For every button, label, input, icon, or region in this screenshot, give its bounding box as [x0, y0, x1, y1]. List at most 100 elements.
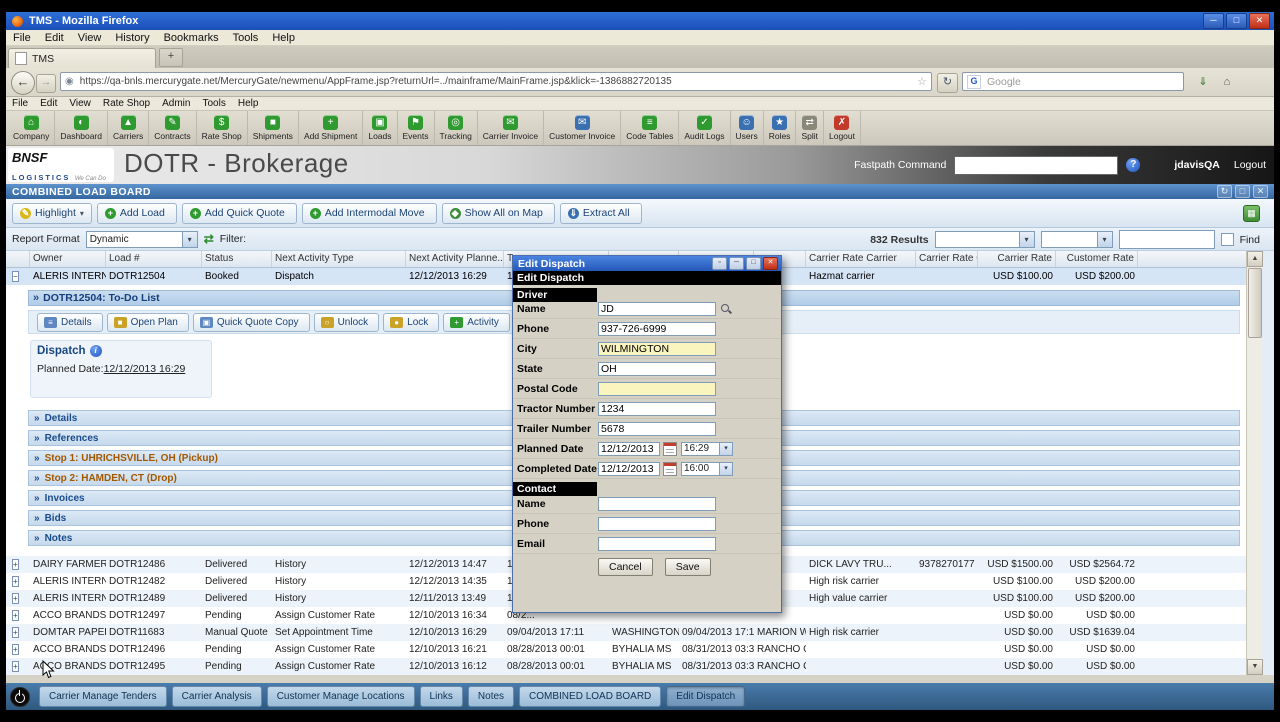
- todo-action-button[interactable]: ● Lock: [383, 312, 440, 332]
- tractor-number-input[interactable]: [598, 401, 716, 416]
- board-action-button[interactable]: + Add Load: [96, 202, 177, 224]
- help-icon[interactable]: ?: [1126, 158, 1141, 172]
- search-bar[interactable]: G: [962, 72, 1184, 91]
- find-input[interactable]: [1118, 230, 1215, 249]
- browser-menu-item[interactable]: View: [71, 32, 109, 44]
- app-toolbar-button[interactable]: ✎ Contracts: [149, 111, 197, 145]
- app-toolbar-button[interactable]: ⇄ Split: [796, 111, 824, 145]
- bookmark-star-icon[interactable]: ☆: [917, 75, 927, 88]
- app-toolbar-button[interactable]: ▣ Loads: [363, 111, 398, 145]
- scrollbar-thumb[interactable]: [1248, 268, 1262, 338]
- dialog-maximize-icon[interactable]: □: [746, 257, 761, 270]
- close-icon[interactable]: ✕: [1249, 13, 1270, 29]
- expand-row-button[interactable]: +: [12, 627, 19, 638]
- app-toolbar-button[interactable]: ■ Shipments: [248, 111, 299, 145]
- app-menu-item[interactable]: Tools: [196, 98, 231, 109]
- app-toolbar-button[interactable]: ☺ Users: [731, 111, 764, 145]
- expand-row-button[interactable]: +: [12, 593, 19, 604]
- new-tab-button[interactable]: +: [159, 48, 183, 67]
- contact-phone-input[interactable]: [598, 516, 716, 531]
- browser-menu-item[interactable]: Tools: [226, 32, 266, 44]
- report-format-select[interactable]: Dynamic ▾: [85, 230, 198, 248]
- browser-menu-item[interactable]: History: [108, 32, 156, 44]
- app-menu-item[interactable]: View: [63, 98, 97, 109]
- info-icon[interactable]: i: [89, 345, 102, 357]
- col-owner[interactable]: Owner: [30, 251, 106, 267]
- minimize-icon[interactable]: ─: [1203, 13, 1224, 29]
- taskbar-button[interactable]: Carrier Manage Tenders: [39, 686, 167, 707]
- todo-action-button[interactable]: ≡ Details: [37, 312, 103, 332]
- app-toolbar-button[interactable]: ✓ Audit Logs: [679, 111, 731, 145]
- planned-time-select[interactable]: 16:29 ▾: [681, 441, 733, 456]
- app-toolbar-button[interactable]: ◐ Dashboard: [55, 111, 108, 145]
- scroll-up-icon[interactable]: ▲: [1247, 251, 1263, 267]
- taskbar-button[interactable]: Edit Dispatch: [666, 686, 746, 707]
- driver-phone-input[interactable]: [598, 321, 716, 336]
- browser-menu-item[interactable]: Help: [265, 32, 302, 44]
- driver-name-input[interactable]: [598, 301, 716, 316]
- todo-action-button[interactable]: ▣ Quick Quote Copy: [192, 312, 310, 332]
- dialog-pin-icon[interactable]: ▫: [712, 257, 727, 270]
- vertical-scrollbar[interactable]: ▲ ▼: [1246, 251, 1263, 675]
- col-carrier-rate-carrier[interactable]: Carrier Rate Carrier: [806, 251, 916, 267]
- expand-row-button[interactable]: +: [12, 576, 19, 587]
- todo-action-button[interactable]: + Activity: [443, 312, 510, 332]
- forward-button[interactable]: →: [36, 74, 56, 93]
- portlet-close-icon[interactable]: ✕: [1253, 185, 1268, 198]
- taskbar-button[interactable]: Carrier Analysis: [171, 686, 262, 707]
- board-action-button[interactable]: + Add Intermodal Move: [301, 202, 437, 224]
- contact-name-input[interactable]: [598, 496, 716, 511]
- cancel-button[interactable]: Cancel: [598, 557, 653, 576]
- table-row[interactable]: + ACCO BRANDS (... DOTR12496 Pending Ass…: [6, 641, 1246, 658]
- app-toolbar-button[interactable]: ⌂ Company: [8, 111, 56, 145]
- portlet-refresh-icon[interactable]: ↻: [1217, 185, 1232, 198]
- expand-row-button[interactable]: +: [12, 644, 19, 655]
- col-carrier-rate[interactable]: Carrier Rate: [978, 251, 1056, 267]
- filter-select-1[interactable]: ▾: [934, 231, 1035, 248]
- planned-date-input[interactable]: [598, 441, 660, 456]
- power-icon[interactable]: [10, 686, 30, 707]
- col-status[interactable]: Status: [202, 251, 272, 267]
- taskbar-button[interactable]: Customer Manage Locations: [266, 686, 415, 707]
- app-toolbar-button[interactable]: ◎ Tracking: [435, 111, 478, 145]
- google-icon[interactable]: G: [967, 74, 981, 89]
- browser-menu-item[interactable]: Bookmarks: [157, 32, 226, 44]
- col-next-activity-type[interactable]: Next Activity Type: [272, 251, 406, 267]
- taskbar-button[interactable]: Notes: [467, 686, 515, 707]
- completed-time-select[interactable]: 16:00 ▾: [681, 461, 733, 476]
- col-next-activity-planned[interactable]: Next Activity Planne...: [406, 251, 504, 267]
- planned-date-link[interactable]: 12/12/2013 16:29: [104, 363, 186, 375]
- board-action-button[interactable]: + Add Quick Quote: [181, 202, 297, 224]
- search-input[interactable]: [985, 74, 1179, 89]
- home-icon[interactable]: ⌂: [1218, 74, 1236, 91]
- app-toolbar-button[interactable]: ★ Roles: [764, 111, 797, 145]
- dialog-minimize-icon[interactable]: ─: [729, 257, 744, 270]
- todo-action-button[interactable]: ○ Unlock: [313, 312, 380, 332]
- trailer-number-input[interactable]: [598, 421, 716, 436]
- site-identity-icon[interactable]: ◉: [65, 76, 74, 87]
- contact-email-input[interactable]: [598, 536, 716, 551]
- todo-action-button[interactable]: ■ Open Plan: [106, 312, 189, 332]
- collapse-row-button[interactable]: −: [12, 271, 19, 282]
- app-toolbar-button[interactable]: ≡ Code Tables: [621, 111, 680, 145]
- maximize-icon[interactable]: □: [1226, 13, 1247, 29]
- dialog-close-icon[interactable]: ✕: [763, 257, 778, 270]
- app-toolbar-button[interactable]: ⚑ Events: [398, 111, 435, 145]
- find-checkbox[interactable]: [1220, 233, 1234, 246]
- app-toolbar-button[interactable]: ✗ Logout: [824, 111, 861, 145]
- board-action-button[interactable]: ✎ Highlight ▾: [12, 202, 92, 224]
- downloads-icon[interactable]: ⇓: [1194, 74, 1212, 91]
- refresh-report-icon[interactable]: ⇄: [204, 232, 214, 246]
- app-menu-item[interactable]: Help: [232, 98, 265, 109]
- filter-select-2[interactable]: ▾: [1040, 231, 1113, 248]
- logout-link[interactable]: Logout: [1234, 159, 1266, 171]
- titlebar[interactable]: TMS - Mozilla Firefox ─ □ ✕: [6, 12, 1274, 30]
- search-icon[interactable]: [720, 303, 732, 315]
- app-toolbar-button[interactable]: $ Rate Shop: [197, 111, 248, 145]
- portlet-restore-icon[interactable]: □: [1235, 185, 1250, 198]
- app-menu-item[interactable]: Edit: [34, 98, 63, 109]
- fastpath-input[interactable]: [954, 155, 1119, 175]
- table-row[interactable]: + ACCO BRANDS (... DOTR12495 Pending Ass…: [6, 658, 1246, 675]
- table-row[interactable]: + DOMTAR PAPER ... DOTR11683 Manual Quot…: [6, 624, 1246, 641]
- calendar-icon[interactable]: [663, 461, 677, 476]
